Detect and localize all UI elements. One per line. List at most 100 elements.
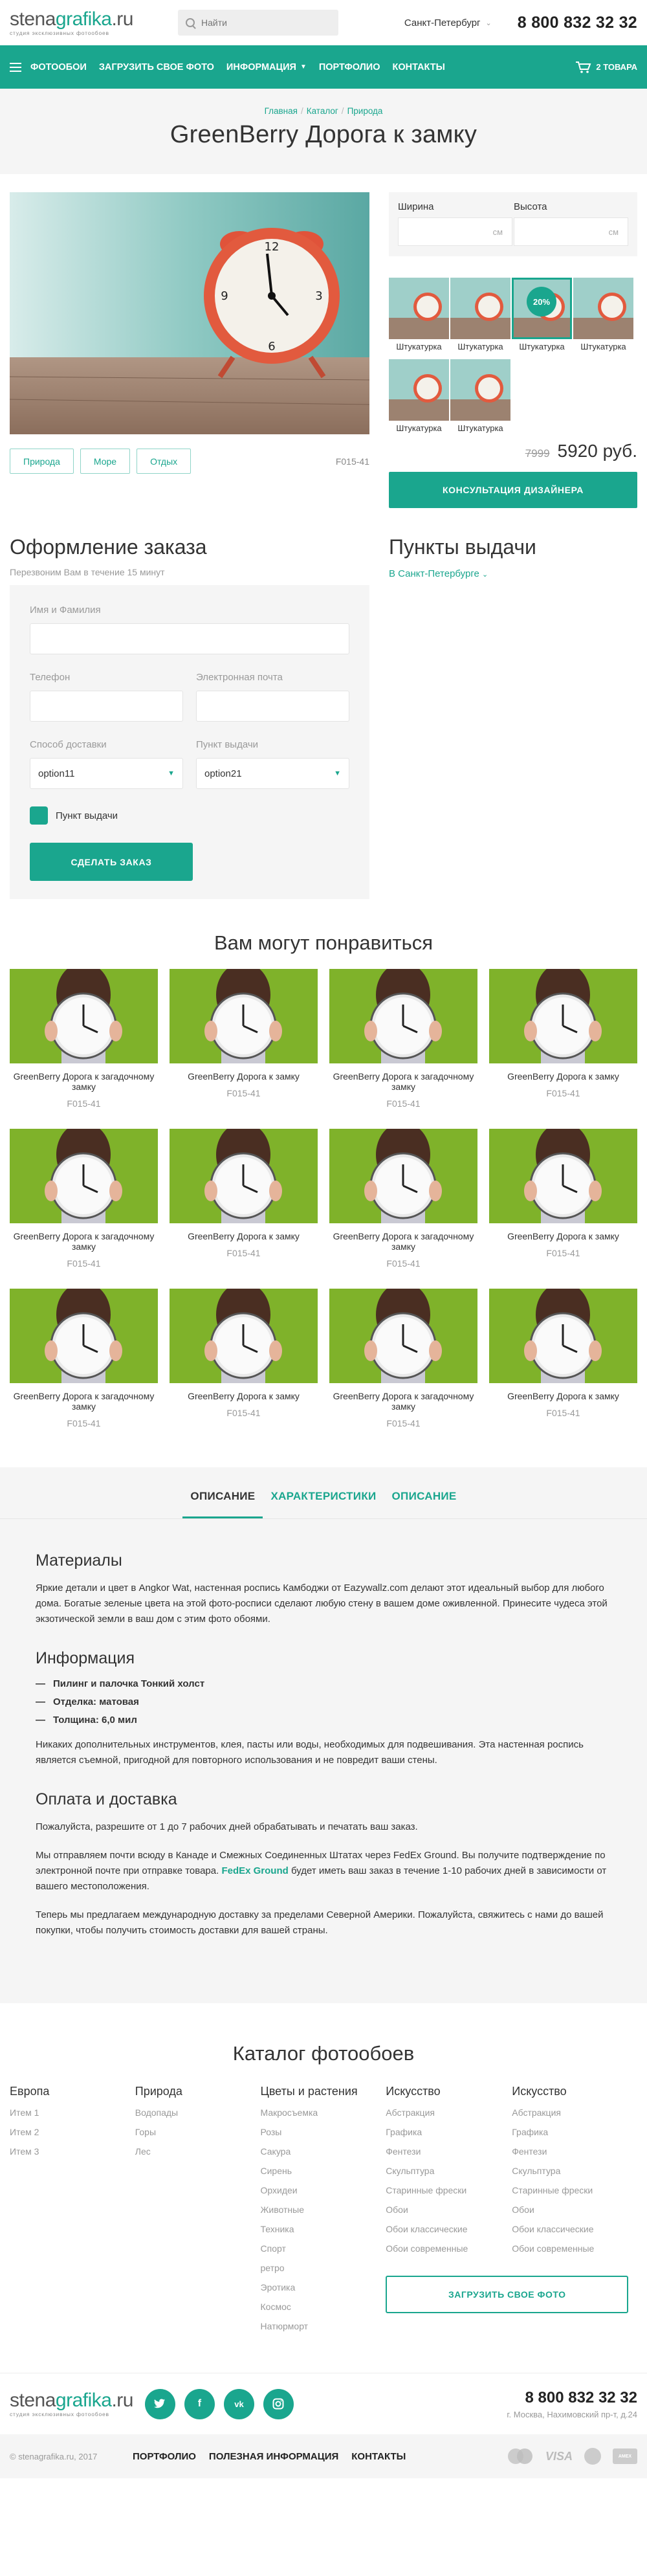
footer-logo[interactable]: stenagrafika.ru студия эксклюзивных фото… — [10, 2390, 133, 2417]
consult-designer-button[interactable]: КОНСУЛЬТАЦИЯ ДИЗАЙНЕРА — [389, 472, 637, 508]
tag-sea[interactable]: Море — [80, 449, 131, 474]
product-card-image[interactable] — [10, 1129, 158, 1223]
search-box[interactable] — [178, 10, 338, 36]
nav-item-info[interactable]: ИНФОРМАЦИЯ ▼ — [226, 62, 307, 72]
product-card-image[interactable] — [329, 1129, 477, 1223]
width-input[interactable]: см — [398, 217, 512, 246]
catalog-link[interactable]: Абстракция — [386, 2107, 512, 2118]
catalog-link[interactable]: Скульптура — [512, 2166, 637, 2176]
catalog-link[interactable]: Старинные фрески — [512, 2185, 637, 2195]
product-card-name[interactable]: GreenBerry Дорога к загадочному замку — [329, 1231, 477, 1252]
catalog-link[interactable]: Сакура — [261, 2146, 386, 2157]
texture-option[interactable]: Штукатурка — [389, 359, 449, 433]
product-card-image[interactable] — [10, 1289, 158, 1383]
cart-button[interactable]: 2 ТОВАРА — [575, 61, 637, 74]
catalog-link[interactable]: Обои — [512, 2204, 637, 2215]
product-card-image[interactable] — [489, 969, 637, 1063]
texture-option[interactable]: Штукатурка — [573, 278, 633, 351]
nav-item-wallpapers[interactable]: ФОТООБОИ — [30, 62, 87, 72]
product-card-name[interactable]: GreenBerry Дорога к загадочному замку — [329, 1071, 477, 1092]
product-photo[interactable]: 12 6 3 9 — [10, 192, 369, 434]
product-card-image[interactable] — [170, 1129, 318, 1223]
catalog-link[interactable]: Натюрморт — [261, 2321, 386, 2331]
vk-icon[interactable]: vk — [223, 2388, 254, 2419]
catalog-column-title[interactable]: Цветы и растения — [261, 2085, 386, 2098]
texture-option[interactable]: Штукатурка — [389, 278, 449, 351]
product-card[interactable]: GreenBerry Дорога к замку F015-41 — [489, 1129, 637, 1269]
nav-item-portfolio[interactable]: ПОРТФОЛИО — [319, 62, 380, 72]
catalog-link[interactable]: Эротика — [261, 2282, 386, 2293]
footer-nav-portfolio[interactable]: ПОРТФОЛИО — [133, 2451, 196, 2462]
texture-option[interactable]: Штукатурка — [450, 278, 510, 351]
product-card-name[interactable]: GreenBerry Дорога к загадочному замку — [10, 1071, 158, 1092]
facebook-icon[interactable]: f — [184, 2388, 215, 2419]
product-card[interactable]: GreenBerry Дорога к замку F015-41 — [170, 969, 318, 1109]
catalog-link[interactable]: Техника — [261, 2224, 386, 2234]
pickup-checkbox[interactable] — [30, 806, 48, 825]
pickup-city-selector[interactable]: В Санкт-Петербурге ⌄ — [389, 568, 637, 579]
texture-option-selected[interactable]: 20% Штукатурка — [512, 278, 572, 351]
catalog-link[interactable]: Космос — [261, 2302, 386, 2312]
pickup-checkbox-row[interactable]: Пункт выдачи — [30, 806, 349, 825]
submit-order-button[interactable]: СДЕЛАТЬ ЗАКАЗ — [30, 843, 193, 881]
product-card[interactable]: GreenBerry Дорога к загадочному замку F01… — [10, 1289, 158, 1428]
product-card[interactable]: GreenBerry Дорога к замку F015-41 — [489, 969, 637, 1109]
height-input[interactable]: см — [514, 217, 628, 246]
catalog-link[interactable]: ретро — [261, 2263, 386, 2273]
catalog-link[interactable]: Спорт — [261, 2243, 386, 2254]
tab-description[interactable]: ОПИСАНИЕ — [182, 1490, 263, 1518]
catalog-column-title[interactable]: Природа — [135, 2085, 261, 2098]
product-card-image[interactable] — [10, 969, 158, 1063]
fedex-link[interactable]: FedEx Ground — [221, 1865, 288, 1876]
catalog-link[interactable]: Графика — [512, 2127, 637, 2137]
product-card-name[interactable]: GreenBerry Дорога к замку — [170, 1231, 318, 1241]
product-card-image[interactable] — [170, 1289, 318, 1383]
texture-option[interactable]: Штукатурка — [450, 359, 510, 433]
catalog-link[interactable]: Фентези — [512, 2146, 637, 2157]
product-card-image[interactable] — [489, 1129, 637, 1223]
catalog-link[interactable]: Итем 3 — [10, 2146, 135, 2157]
tab-characteristics[interactable]: ХАРАКТЕРИСТИКИ — [263, 1490, 384, 1518]
product-card-image[interactable] — [329, 1289, 477, 1383]
breadcrumb-item[interactable]: Каталог — [307, 106, 338, 116]
name-field[interactable] — [30, 623, 349, 654]
catalog-column-title[interactable]: Европа — [10, 2085, 135, 2098]
city-selector[interactable]: Санкт-Петербург ⌄ — [404, 17, 492, 28]
tag-nature[interactable]: Природа — [10, 449, 74, 474]
catalog-column-title[interactable]: Искусство — [386, 2085, 512, 2098]
catalog-link[interactable]: Животные — [261, 2204, 386, 2215]
twitter-icon[interactable] — [144, 2388, 175, 2419]
catalog-link[interactable]: Макросъемка — [261, 2107, 386, 2118]
footer-phone[interactable]: 8 800 832 32 32 — [507, 2389, 638, 2407]
product-card-name[interactable]: GreenBerry Дорога к замку — [170, 1391, 318, 1401]
catalog-link[interactable]: Обои — [386, 2204, 512, 2215]
search-input[interactable] — [201, 17, 331, 28]
footer-nav-info[interactable]: ПОЛЕЗНАЯ ИНФОРМАЦИЯ — [209, 2451, 338, 2462]
catalog-link[interactable]: Графика — [386, 2127, 512, 2137]
product-card[interactable]: GreenBerry Дорога к замку F015-41 — [170, 1129, 318, 1269]
tab-description-2[interactable]: ОПИСАНИЕ — [384, 1490, 465, 1518]
product-card-name[interactable]: GreenBerry Дорога к загадочному замку — [329, 1391, 477, 1412]
nav-item-upload[interactable]: ЗАГРУЗИТЬ СВОЕ ФОТО — [99, 62, 214, 72]
product-card[interactable]: GreenBerry Дорога к загадочному замку F01… — [329, 1129, 477, 1269]
header-phone[interactable]: 8 800 832 32 32 — [518, 14, 637, 32]
product-card-name[interactable]: GreenBerry Дорога к загадочному замку — [10, 1391, 158, 1412]
product-card-name[interactable]: GreenBerry Дорога к загадочному замку — [10, 1231, 158, 1252]
pickup-select[interactable]: option21 ▼ — [196, 758, 349, 789]
footer-nav-contacts[interactable]: КОНТАКТЫ — [351, 2451, 406, 2462]
menu-icon[interactable] — [10, 62, 21, 72]
product-card[interactable]: GreenBerry Дорога к загадочному замку F01… — [10, 1129, 158, 1269]
catalog-link[interactable]: Обои современные — [512, 2243, 637, 2254]
catalog-link[interactable]: Лес — [135, 2146, 261, 2157]
product-card-image[interactable] — [329, 969, 477, 1063]
catalog-link[interactable]: Абстракция — [512, 2107, 637, 2118]
delivery-select[interactable]: option11 ▼ — [30, 758, 183, 789]
product-card[interactable]: GreenBerry Дорога к загадочному замку F01… — [329, 969, 477, 1109]
catalog-link[interactable]: Сирень — [261, 2166, 386, 2176]
catalog-link[interactable]: Обои классические — [512, 2224, 637, 2234]
catalog-link[interactable]: Скульптура — [386, 2166, 512, 2176]
product-card[interactable]: GreenBerry Дорога к замку F015-41 — [170, 1289, 318, 1428]
phone-field[interactable] — [30, 691, 183, 722]
product-card-name[interactable]: GreenBerry Дорога к замку — [170, 1071, 318, 1082]
breadcrumb-item[interactable]: Главная — [265, 106, 298, 116]
